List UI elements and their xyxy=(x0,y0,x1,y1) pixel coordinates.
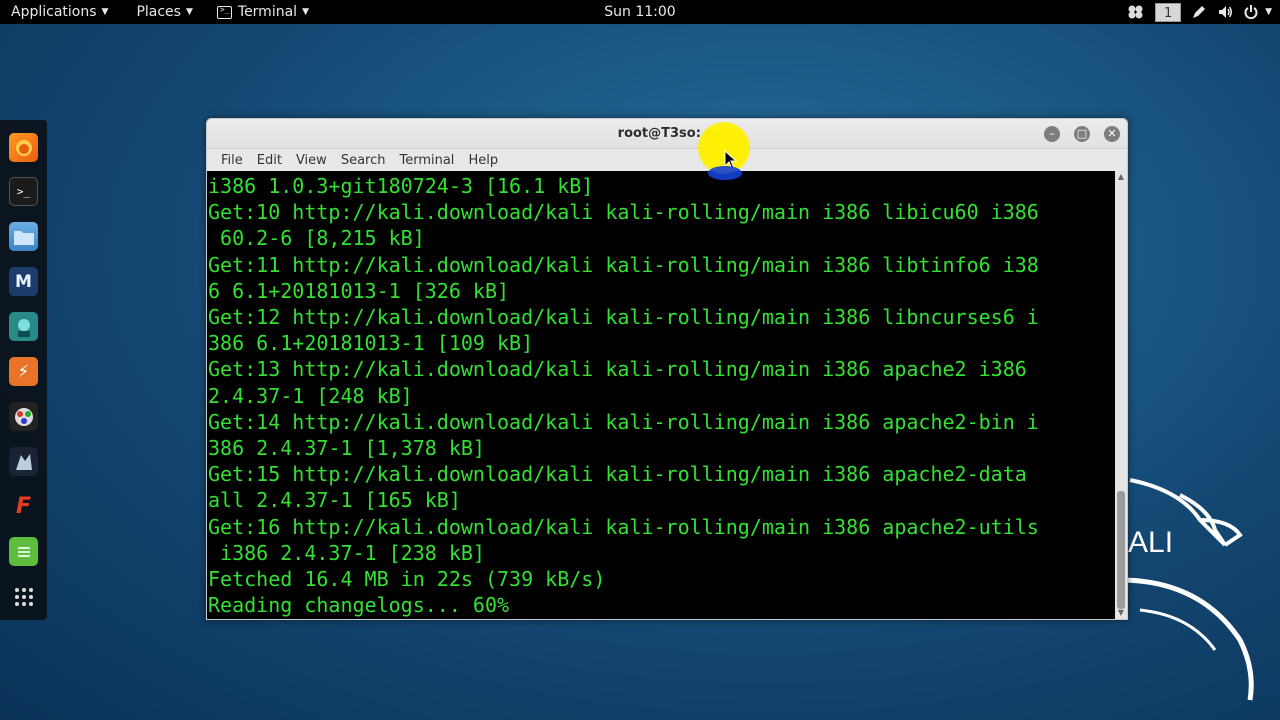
terminal-line: 2.4.37-1 [248 kB] xyxy=(208,383,413,408)
faraday-icon[interactable]: F xyxy=(9,492,38,521)
applications-menu[interactable]: Applications ▼ xyxy=(0,0,118,24)
menu-view[interactable]: View xyxy=(289,153,334,168)
terminal-line: 6 6.1+20181013-1 [326 kB] xyxy=(208,278,510,303)
maltego-icon[interactable] xyxy=(9,402,38,431)
scroll-up-icon[interactable]: ▲ xyxy=(1115,171,1127,183)
power-icon[interactable] xyxy=(1243,4,1259,20)
maximize-button[interactable]: □ xyxy=(1074,126,1090,142)
window-titlebar[interactable]: root@T3so: ~ – □ ✕ xyxy=(207,119,1127,149)
terminal-line: Reading changelogs... 60% xyxy=(208,593,510,618)
window-title: root@T3so: ~ xyxy=(617,126,717,141)
chevron-down-icon: ▼ xyxy=(302,7,309,17)
terminal-app-menu[interactable]: Terminal ▼ xyxy=(203,0,319,24)
metasploit-icon[interactable]: M xyxy=(9,267,38,296)
notes-icon[interactable] xyxy=(9,537,38,566)
scrollbar-thumb[interactable] xyxy=(1117,491,1125,609)
top-panel: Applications ▼ Places ▼ Terminal ▼ Sun 1… xyxy=(0,0,1280,24)
terminal-line: i386 1.0.3+git180724-3 [16.1 kB] xyxy=(208,174,594,198)
terminal-line: 386 6.1+20181013-1 [109 kB] xyxy=(208,331,534,356)
terminal-line: i386 2.4.37-1 [238 kB] xyxy=(208,540,485,565)
files-icon[interactable] xyxy=(9,222,38,251)
firefox-icon[interactable] xyxy=(9,133,38,162)
volume-icon[interactable] xyxy=(1217,4,1233,20)
show-apps-icon[interactable] xyxy=(9,582,38,611)
terminal-line: Get:10 http://kali.download/kali kali-ro… xyxy=(208,200,1039,225)
places-label: Places xyxy=(136,4,181,20)
terminal-line: all 2.4.37-1 [165 kB] xyxy=(208,488,461,513)
scroll-down-icon[interactable]: ▼ xyxy=(1115,607,1127,619)
dock: >_ M ⚡ F xyxy=(0,120,47,620)
terminal-icon[interactable]: >_ xyxy=(9,177,38,206)
apps-cluster-icon[interactable] xyxy=(1127,4,1145,20)
terminal-line: 386 2.4.37-1 [1,378 kB] xyxy=(208,436,485,461)
armitage-icon[interactable] xyxy=(9,312,38,341)
terminal-window: root@T3so: ~ – □ ✕ File Edit View Search… xyxy=(206,118,1128,620)
terminal-line: Get:12 http://kali.download/kali kali-ro… xyxy=(208,305,1039,330)
terminal-line: Get:14 http://kali.download/kali kali-ro… xyxy=(208,409,1039,434)
cursor-shadow xyxy=(708,166,742,180)
terminal-line: Get:11 http://kali.download/kali kali-ro… xyxy=(208,252,1039,277)
system-tray: 1 ▼ xyxy=(1127,0,1272,24)
chevron-down-icon: ▼ xyxy=(185,7,193,17)
menu-search[interactable]: Search xyxy=(334,153,393,168)
menu-terminal[interactable]: Terminal xyxy=(392,153,461,168)
chevron-down-icon: ▼ xyxy=(101,7,109,17)
menu-bar: File Edit View Search Terminal Help xyxy=(207,149,1127,171)
workspace-indicator[interactable]: 1 xyxy=(1155,2,1182,22)
vertical-scrollbar[interactable]: ▲ ▼ xyxy=(1115,171,1127,619)
burpsuite-icon[interactable]: ⚡ xyxy=(9,357,38,386)
terminal-line: Get:16 http://kali.download/kali kali-ro… xyxy=(208,514,1039,539)
close-button[interactable]: ✕ xyxy=(1104,126,1120,142)
chevron-down-icon[interactable]: ▼ xyxy=(1265,7,1272,17)
menu-file[interactable]: File xyxy=(214,153,250,168)
menu-edit[interactable]: Edit xyxy=(250,153,289,168)
applications-label: Applications xyxy=(11,4,97,20)
watermark-text: ALI xyxy=(1128,526,1173,559)
terminal-app-label: Terminal xyxy=(237,4,298,20)
kali-dragon-logo: ALI xyxy=(1120,478,1254,701)
clock[interactable]: Sun 11:00 xyxy=(604,4,675,20)
terminal-line: Fetched 16.4 MB in 22s (739 kB/s) xyxy=(208,567,606,592)
beef-icon[interactable] xyxy=(9,447,38,476)
menu-help[interactable]: Help xyxy=(461,153,505,168)
places-menu[interactable]: Places ▼ xyxy=(118,0,202,24)
terminal-line: Get:15 http://kali.download/kali kali-ro… xyxy=(208,462,1027,487)
terminal-line: Get:13 http://kali.download/kali kali-ro… xyxy=(208,357,1027,382)
terminal-output[interactable]: i386 1.0.3+git180724-3 [16.1 kB] Get:10 h… xyxy=(207,171,1115,619)
minimize-button[interactable]: – xyxy=(1044,126,1060,142)
terminal-icon xyxy=(216,5,232,19)
terminal-line: 60.2-6 [8,215 kB] xyxy=(208,226,425,251)
pen-icon[interactable] xyxy=(1191,4,1207,20)
